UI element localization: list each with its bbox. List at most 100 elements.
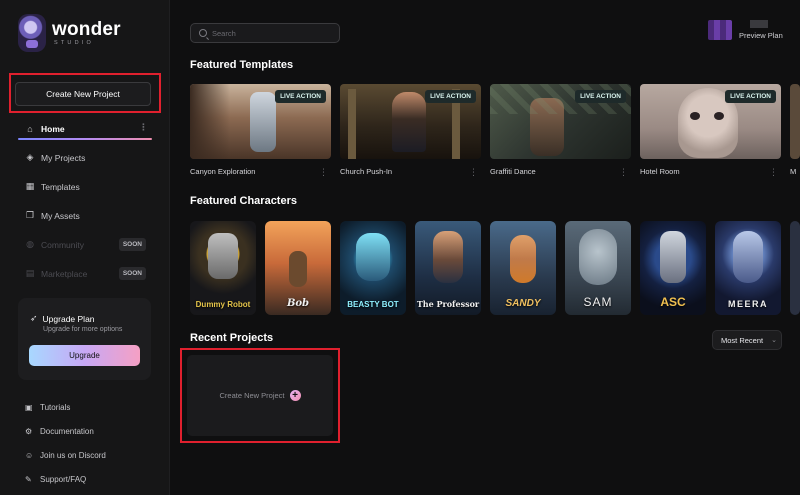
plus-icon: + — [289, 390, 301, 401]
template-thumbnail: LIVE ACTION — [340, 84, 481, 159]
home-icon: ⌂ — [27, 123, 33, 134]
template-thumbnail: LIVE ACTION — [190, 84, 331, 159]
sidebar-item-templates[interactable]: ▦ Templates — [18, 172, 152, 201]
character-name: SAM — [583, 295, 613, 309]
featured-characters-title: Featured Characters — [190, 195, 297, 207]
character-card[interactable]: BEASTY BOT — [340, 221, 406, 315]
live-action-badge: LIVE ACTION — [425, 90, 476, 103]
character-card[interactable]: SAM — [565, 221, 631, 315]
template-thumbnail: LIVE ACTION — [640, 84, 781, 159]
template-card[interactable]: LIVE ACTION Church Push-In ⋮ — [340, 84, 481, 178]
upgrade-title: Upgrade Plan — [42, 313, 95, 324]
character-name: MEERA — [727, 299, 768, 309]
logo-sub: STUDIO — [54, 39, 94, 46]
sidebar-item-label: My Projects — [41, 152, 86, 163]
upgrade-button[interactable]: Upgrade — [29, 345, 140, 366]
sidebar-item-marketplace: ▤ Marketplace SOON — [18, 259, 152, 288]
recent-projects-title: Recent Projects — [190, 332, 274, 344]
template-name: M — [790, 167, 797, 176]
upgrade-subtitle: Upgrade for more options — [43, 326, 123, 333]
search-icon — [199, 29, 207, 37]
logo-word: wonder — [52, 18, 121, 40]
footer-link-label: Join us on Discord — [40, 450, 106, 460]
layout-icon: ▦ — [25, 181, 35, 191]
template-card[interactable]: LIVE ACTION Canyon Exploration ⋮ — [190, 84, 331, 178]
character-card[interactable]: The Professor — [415, 221, 481, 315]
rocket-icon: ➶ — [30, 313, 38, 323]
live-action-badge: LIVE ACTION — [725, 90, 776, 103]
character-card[interactable] — [790, 221, 800, 315]
sidebar-item-label: Community — [41, 239, 84, 250]
sidebar-item-label: Home — [41, 123, 65, 134]
footer-link-label: Documentation — [40, 426, 94, 436]
sidebar: wonder STUDIO Create New Project ⌂ Home … — [0, 0, 170, 495]
sidebar-item-label: My Assets — [41, 210, 80, 221]
sidebar-item-home[interactable]: ⌂ Home ⋮ — [18, 114, 152, 143]
template-name: Canyon Exploration — [190, 167, 256, 176]
assets-icon: ❐ — [25, 210, 35, 220]
character-name: Dummy Robot — [195, 300, 251, 309]
cube-icon: ◈ — [26, 152, 34, 162]
create-new-project-card[interactable]: Create New Project + — [187, 355, 333, 436]
live-action-badge: LIVE ACTION — [575, 90, 626, 103]
template-thumbnail: LIVE ACTION — [490, 84, 631, 159]
footer-links: ▣ Tutorials ⚙ Documentation ☺ Join us on… — [25, 395, 106, 491]
character-name: SANDY — [505, 298, 541, 309]
sidebar-link-support[interactable]: ✎ Support/FAQ — [25, 467, 106, 491]
character-card[interactable]: SANDY — [490, 221, 556, 315]
plan-label[interactable]: Preview Plan — [739, 31, 783, 40]
chevron-down-icon: ⌄ — [771, 337, 777, 344]
character-card[interactable]: MEERA — [715, 221, 781, 315]
discord-icon: ☺ — [25, 450, 34, 460]
more-options-icon[interactable]: ⋮ — [139, 122, 148, 133]
globe-icon: ◍ — [26, 239, 34, 249]
sidebar-link-documentation[interactable]: ⚙ Documentation — [25, 419, 106, 443]
live-action-badge: LIVE ACTION — [275, 90, 326, 103]
search-input[interactable] — [212, 28, 332, 38]
create-project-label: Create New Project — [219, 391, 285, 400]
avatar[interactable] — [708, 20, 732, 40]
sidebar-link-discord[interactable]: ☺ Join us on Discord — [25, 443, 106, 467]
sidebar-item-label: Templates — [41, 181, 80, 192]
character-name: ASC — [660, 295, 686, 309]
template-name: Church Push-In — [340, 167, 393, 176]
sidebar-item-label: Marketplace — [41, 268, 88, 279]
sidebar-link-tutorials[interactable]: ▣ Tutorials — [25, 395, 106, 419]
sidebar-nav: ⌂ Home ⋮ ◈ My Projects ▦ Templates ❐ My … — [18, 114, 152, 288]
sidebar-item-my-projects[interactable]: ◈ My Projects — [18, 143, 152, 172]
character-name: Bob — [286, 298, 310, 309]
logo[interactable]: wonder STUDIO — [18, 14, 121, 52]
template-card[interactable]: M — [790, 84, 800, 176]
template-card[interactable]: LIVE ACTION Graffiti Dance ⋮ — [490, 84, 631, 178]
template-name: Graffiti Dance — [490, 167, 536, 176]
character-card[interactable]: Bob — [265, 221, 331, 315]
doc-icon: ⚙ — [25, 426, 33, 436]
soon-badge: SOON — [118, 267, 146, 280]
sort-dropdown[interactable]: Most Recent ⌄ — [712, 330, 782, 350]
more-options-icon[interactable]: ⋮ — [319, 167, 328, 178]
support-icon: ✎ — [25, 474, 32, 484]
sidebar-item-community: ◍ Community SOON — [18, 230, 152, 259]
footer-link-label: Support/FAQ — [40, 474, 87, 484]
featured-templates-title: Featured Templates — [190, 59, 294, 71]
soon-badge: SOON — [118, 238, 146, 251]
template-card[interactable]: LIVE ACTION Hotel Room ⋮ — [640, 84, 781, 178]
more-options-icon[interactable]: ⋮ — [769, 167, 778, 178]
upgrade-card: ➶ Upgrade Plan Upgrade for more options … — [18, 298, 151, 380]
template-name: Hotel Room — [640, 167, 680, 176]
more-options-icon[interactable]: ⋮ — [469, 167, 478, 178]
tutorial-icon: ▣ — [25, 402, 33, 412]
footer-link-label: Tutorials — [40, 402, 71, 412]
username-redacted — [750, 20, 768, 28]
sidebar-item-my-assets[interactable]: ❐ My Assets — [18, 201, 152, 230]
character-card[interactable]: Dummy Robot — [190, 221, 256, 315]
search-box[interactable] — [190, 23, 340, 43]
create-new-project-button[interactable]: Create New Project — [15, 82, 151, 106]
character-name: BEASTY BOT — [347, 300, 399, 309]
character-card[interactable]: ASC — [640, 221, 706, 315]
template-thumbnail — [790, 84, 800, 159]
more-options-icon[interactable]: ⋮ — [619, 167, 628, 178]
wonder-logo-icon — [18, 14, 46, 52]
character-name: The Professor — [416, 299, 480, 309]
sort-label: Most Recent — [721, 335, 764, 345]
